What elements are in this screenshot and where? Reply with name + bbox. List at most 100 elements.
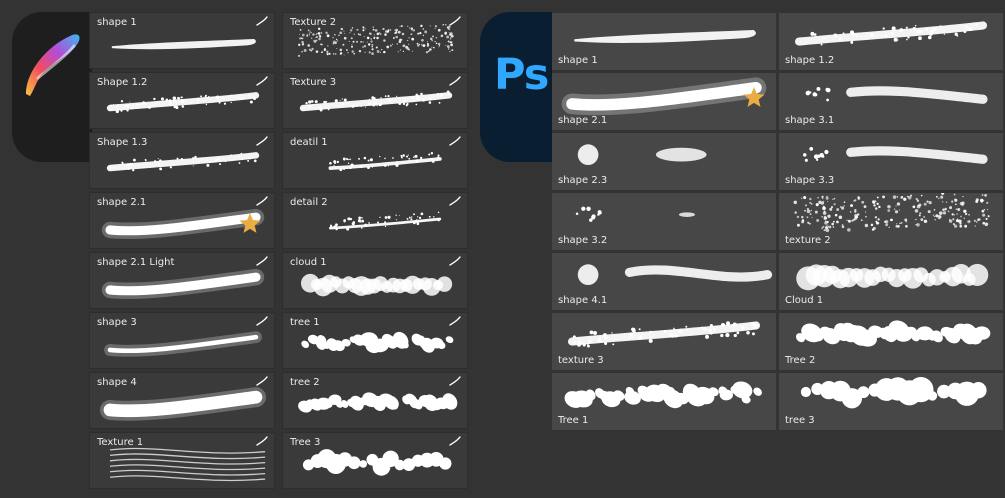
photoshop-app-icon: Ps	[480, 12, 552, 162]
brush-stroke-preview	[297, 23, 454, 57]
brush-tile[interactable]: shape 4.1	[552, 253, 776, 310]
brush-stroke-icon	[256, 16, 268, 26]
brush-tile[interactable]: shape 1.2	[779, 13, 1003, 70]
procreate-logo-icon	[26, 34, 80, 96]
brush-tile[interactable]: tree 3	[779, 373, 1003, 430]
brush-name: shape 3.3	[785, 175, 835, 186]
brush-stroke-icon	[449, 196, 461, 206]
brush-tile[interactable]: Tree 2	[779, 313, 1003, 370]
brush-name: texture 2	[785, 235, 831, 246]
brush-tile[interactable]: Shape 1.3	[89, 132, 275, 189]
brush-stroke-preview	[301, 331, 454, 354]
brush-tile[interactable]: shape 1	[89, 12, 275, 69]
brush-stroke-preview	[577, 264, 773, 286]
brush-stroke-preview	[109, 447, 266, 482]
brush-name: shape 2.1	[558, 115, 608, 126]
brush-tile[interactable]: Tree 1	[552, 373, 776, 430]
brush-name: Shape 1.3	[97, 137, 148, 148]
brush-stroke-preview	[800, 377, 987, 409]
brush-stroke-icon	[256, 196, 268, 206]
brush-tile[interactable]: tree 2	[282, 372, 468, 429]
brush-name: Tree 3	[290, 437, 321, 448]
brush-tile[interactable]: shape 2.1 Light	[89, 252, 275, 309]
brush-tile[interactable]: shape 2.3	[552, 133, 776, 190]
brush-tile[interactable]: Texture 1	[89, 432, 275, 489]
brush-tile[interactable]: deatil 1	[282, 132, 468, 189]
brush-name: shape 4.1	[558, 295, 608, 306]
brush-stroke-preview	[99, 387, 267, 421]
brush-stroke-preview	[796, 320, 991, 347]
favorite-star-icon	[239, 213, 261, 234]
brush-name: shape 3.2	[558, 235, 608, 246]
brush-tile[interactable]: Cloud 1	[779, 253, 1003, 310]
brush-stroke-preview	[577, 144, 707, 166]
brush-stroke-preview	[802, 146, 988, 164]
brush-name: Tree 1	[558, 415, 589, 426]
brush-name: Texture 3	[290, 77, 337, 88]
brush-stroke-icon	[256, 76, 268, 86]
brush-tile[interactable]: shape 1	[552, 13, 776, 70]
brush-tile[interactable]: shape 4	[89, 372, 275, 429]
brush-stroke-preview	[328, 152, 442, 172]
brush-stroke-preview	[793, 193, 990, 233]
brush-stroke-preview	[298, 392, 458, 413]
brush-stroke-preview	[101, 208, 265, 239]
brush-name: shape 1	[97, 17, 137, 28]
brush-stroke-preview	[299, 90, 453, 112]
photoshop-logo-text: Ps	[494, 50, 549, 100]
brush-tile[interactable]: shape 2.1	[89, 192, 275, 249]
brush-tile[interactable]: shape 3.3	[779, 133, 1003, 190]
procreate-app-icon	[12, 12, 92, 162]
brush-name: Tree 2	[785, 355, 816, 366]
brush-name: shape 2.1	[97, 197, 147, 208]
brush-name: shape 3.1	[785, 115, 835, 126]
brush-stroke-icon	[256, 436, 268, 446]
brush-name: Texture 1	[97, 437, 144, 448]
brush-tile[interactable]: Tree 3	[282, 432, 468, 489]
brush-name: Shape 1.2	[97, 77, 148, 88]
brush-name: texture 3	[558, 355, 604, 366]
favorite-star-icon	[743, 86, 765, 107]
brush-tile[interactable]: tree 1	[282, 312, 468, 369]
brush-stroke-preview	[104, 331, 262, 357]
brush-tile[interactable]: cloud 1	[282, 252, 468, 309]
brush-stroke-preview	[574, 30, 756, 43]
brush-stroke-icon	[449, 76, 461, 86]
brush-name: deatil 1	[290, 137, 328, 148]
brush-tile[interactable]: texture 3	[552, 313, 776, 370]
brush-stroke-icon	[256, 376, 268, 386]
brush-stroke-preview	[575, 206, 696, 222]
brush-stroke-icon	[449, 316, 461, 326]
brush-stroke-preview	[111, 38, 256, 50]
brush-name: Texture 2	[290, 17, 337, 28]
brush-name: shape 2.1 Light	[97, 257, 175, 268]
brush-stroke-icon	[449, 256, 461, 266]
brush-stroke-icon	[449, 436, 461, 446]
brush-tile[interactable]: shape 3.1	[779, 73, 1003, 130]
brush-name: shape 1	[558, 55, 598, 66]
brush-stroke-preview	[561, 77, 767, 116]
brush-tile[interactable]: shape 3	[89, 312, 275, 369]
brush-tile[interactable]: shape 3.2	[552, 193, 776, 250]
brush-tile[interactable]: Shape 1.2	[89, 72, 275, 129]
brush-tile[interactable]: shape 2.1	[552, 73, 776, 130]
brush-stroke-preview	[302, 449, 452, 476]
brush-stroke-preview	[300, 273, 453, 297]
brush-name: shape 3	[97, 317, 137, 328]
brush-tile[interactable]: detail 2	[282, 192, 468, 249]
brush-stroke-icon	[256, 136, 268, 146]
brush-tile[interactable]: Texture 3	[282, 72, 468, 129]
brush-stroke-preview	[106, 92, 260, 114]
brush-stroke-icon	[449, 376, 461, 386]
brush-name: tree 3	[785, 415, 815, 426]
brush-name: Cloud 1	[785, 295, 824, 306]
brush-stroke-icon	[256, 256, 268, 266]
brush-name: detail 2	[290, 197, 328, 208]
brush-stroke-preview	[329, 211, 442, 231]
brush-stroke-preview	[564, 381, 762, 409]
brush-stroke-preview	[101, 268, 265, 299]
brush-stroke-preview	[796, 263, 989, 291]
brush-tile[interactable]: texture 2	[779, 193, 1003, 250]
brush-stroke-preview	[567, 321, 761, 348]
brush-tile[interactable]: Texture 2	[282, 12, 468, 69]
